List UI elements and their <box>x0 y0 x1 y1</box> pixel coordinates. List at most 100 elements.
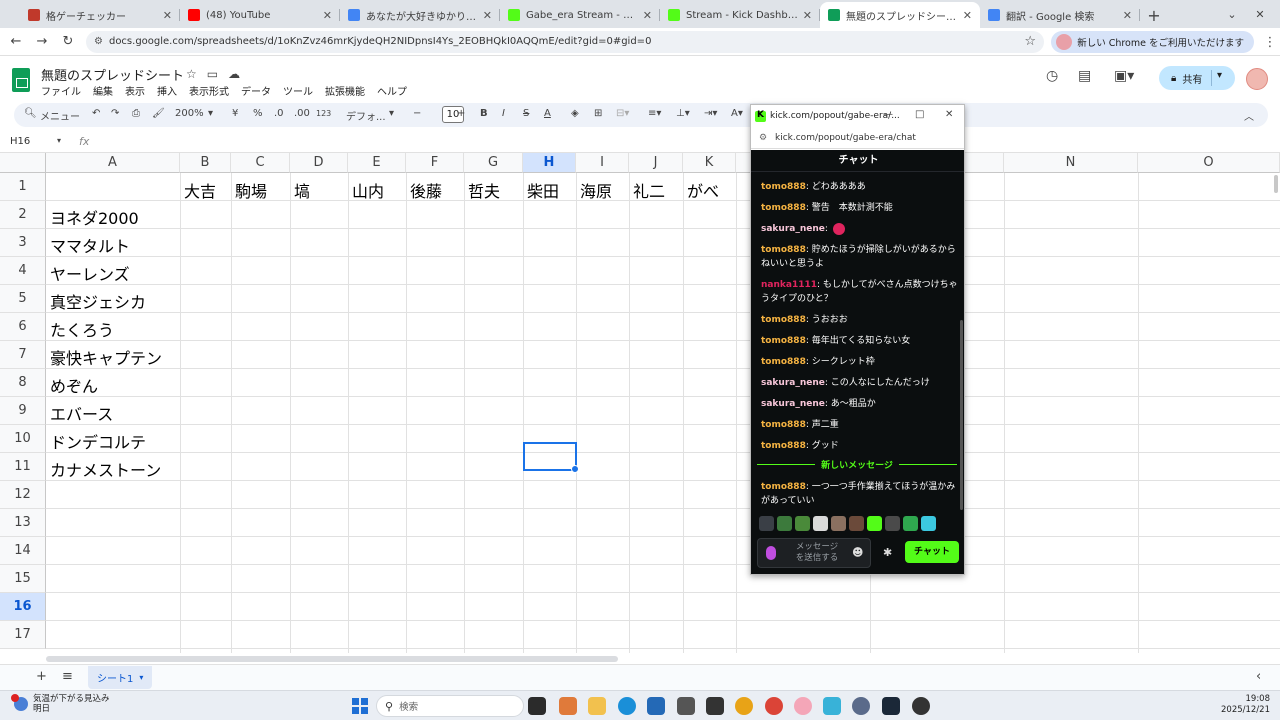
column-header[interactable]: I <box>576 153 629 173</box>
tab-close-icon[interactable]: ✕ <box>1123 9 1132 22</box>
collapse-toolbar-icon[interactable]: ︿ <box>1244 108 1254 123</box>
horizontal-scrollbar[interactable] <box>46 656 618 662</box>
site-info-icon[interactable]: ⚙ <box>94 36 103 47</box>
chat-username[interactable]: tomo888 <box>761 441 806 451</box>
row-header[interactable]: 12 <box>0 481 46 509</box>
text-color-button[interactable]: A <box>544 108 551 119</box>
cloud-saved-icon[interactable]: ☁ <box>228 67 240 81</box>
cell-header-name[interactable]: 大吉 <box>180 178 216 202</box>
row-header[interactable]: 2 <box>0 201 46 229</box>
weather-widget[interactable]: 気温が下がる見込み 明日 <box>11 694 110 714</box>
currency-button[interactable]: ¥ <box>232 108 238 119</box>
browser-tab[interactable]: Stream - Kick Dashboard ✕ <box>660 2 820 28</box>
cell-header-name[interactable]: 山内 <box>348 178 384 202</box>
all-sheets-icon[interactable]: ≡ <box>62 669 73 684</box>
copilot-icon[interactable] <box>559 697 577 715</box>
number-format-button[interactable]: 123 <box>316 109 331 118</box>
tab-close-icon[interactable]: ✕ <box>483 9 492 22</box>
merge-cells-icon[interactable]: ⊟▾ <box>616 108 629 119</box>
app-icon[interactable] <box>735 697 753 715</box>
chat-username[interactable]: sakura_nene <box>761 378 825 388</box>
redo-icon[interactable]: ↷ <box>111 108 119 119</box>
move-folder-icon[interactable]: ▭ <box>207 67 218 81</box>
close-icon[interactable]: ✕ <box>945 109 953 120</box>
steam-icon[interactable] <box>882 697 900 715</box>
chat-message-list[interactable]: tomo888: どわああああ tomo888: 警告 本数計測不能 sakura_… <box>761 180 961 460</box>
emoji-icon[interactable]: ☻ <box>852 546 863 559</box>
chrome-update-chip[interactable]: 新しい Chrome をご利用いただけます <box>1051 31 1254 53</box>
microphone-icon[interactable] <box>766 546 776 560</box>
column-header[interactable]: E <box>348 153 406 173</box>
emote-icon[interactable] <box>831 516 846 531</box>
window-close-icon[interactable]: ✕ <box>1240 0 1280 28</box>
chat-username[interactable]: tomo888 <box>761 245 806 255</box>
app-icon[interactable] <box>794 697 812 715</box>
settings-icon[interactable] <box>852 697 870 715</box>
new-tab-icon[interactable]: + <box>1140 2 1168 28</box>
site-info-icon[interactable]: ⚙ <box>759 127 767 149</box>
row-header[interactable]: 4 <box>0 257 46 285</box>
column-header[interactable]: H <box>523 153 576 173</box>
cell-row-name[interactable]: 豪快キャプテン <box>46 345 162 369</box>
star-icon[interactable]: ☆ <box>186 67 197 81</box>
row-header[interactable]: 8 <box>0 369 46 397</box>
maximize-icon[interactable]: □ <box>915 109 924 120</box>
fill-color-icon[interactable]: ◈ <box>571 108 579 119</box>
row-header[interactable]: 1 <box>0 173 46 201</box>
chat-username[interactable]: sakura_nene <box>761 224 825 234</box>
chat-username[interactable]: tomo888 <box>761 182 806 192</box>
cell-row-name[interactable]: めぞん <box>46 373 98 397</box>
browser-tab[interactable]: Gabe_era Stream - Watch Live ✕ <box>500 2 660 28</box>
row-header[interactable]: 11 <box>0 453 46 481</box>
row-header[interactable]: 17 <box>0 621 46 649</box>
name-box[interactable]: H16 <box>10 136 30 147</box>
cell-header-name[interactable]: 後藤 <box>406 178 442 202</box>
user-avatar[interactable] <box>1246 68 1268 90</box>
font-select[interactable]: デフォ... <box>346 108 386 123</box>
menu-item[interactable]: データ <box>241 83 271 98</box>
cell-row-name[interactable]: ドンデコルテ <box>46 429 146 453</box>
minimize-icon[interactable]: — <box>883 109 893 120</box>
cell-row-name[interactable]: 真空ジェシカ <box>46 289 146 313</box>
app-icon[interactable] <box>677 697 695 715</box>
meet-icon[interactable]: ▣▾ <box>1114 68 1134 84</box>
row-header[interactable]: 3 <box>0 229 46 257</box>
menu-item[interactable]: ヘルプ <box>377 83 407 98</box>
print-icon[interactable]: ⎙ <box>132 108 140 119</box>
chevron-down-icon[interactable]: ▾ <box>389 108 394 119</box>
sheet-tab[interactable]: シート1 ▾ <box>88 666 152 689</box>
cell-row-name[interactable]: ヨネダ2000 <box>46 205 139 229</box>
url-text[interactable]: docs.google.com/spreadsheets/d/1oKnZvz46… <box>109 36 651 47</box>
menu-item[interactable]: 表示 <box>125 83 145 98</box>
browser-tab[interactable]: 翻訳 - Google 検索 ✕ <box>980 2 1140 28</box>
emote-icon[interactable] <box>921 516 936 531</box>
selected-cell-outline[interactable] <box>523 442 579 473</box>
document-title[interactable]: 無題のスプレッドシート <box>41 65 184 84</box>
emote-icon[interactable] <box>759 516 774 531</box>
browser-tab[interactable]: あなたが大好きゆかりちゃんーばん ✕ <box>340 2 500 28</box>
emote-icon[interactable] <box>777 516 792 531</box>
bookmark-star-icon[interactable]: ☆ <box>1024 34 1036 49</box>
menu-item[interactable]: ファイル <box>41 83 81 98</box>
column-header[interactable]: C <box>231 153 290 173</box>
chevron-down-icon[interactable]: ▾ <box>208 108 213 119</box>
cell-header-name[interactable]: 海原 <box>576 178 612 202</box>
edge-icon[interactable] <box>618 697 636 715</box>
row-header[interactable]: 14 <box>0 537 46 565</box>
chat-username[interactable]: tomo888 <box>761 315 806 325</box>
column-header[interactable]: A <box>46 153 180 173</box>
cell-header-name[interactable]: 哲夫 <box>464 178 500 202</box>
row-header[interactable]: 13 <box>0 509 46 537</box>
chat-username[interactable]: tomo888 <box>761 482 806 492</box>
chat-username[interactable]: tomo888 <box>761 203 806 213</box>
tab-close-icon[interactable]: ✕ <box>643 9 652 22</box>
undo-icon[interactable]: ↶ <box>92 108 100 119</box>
menu-item[interactable]: 挿入 <box>157 83 177 98</box>
row-header[interactable]: 10 <box>0 425 46 453</box>
select-all-corner[interactable] <box>0 153 46 173</box>
cell-header-name[interactable]: 駒場 <box>231 178 267 202</box>
emote-icon[interactable] <box>813 516 828 531</box>
tab-close-icon[interactable]: ✕ <box>323 9 332 22</box>
wrap-icon[interactable]: ⇥▾ <box>704 108 717 119</box>
align-icon[interactable]: ≡▾ <box>648 108 661 119</box>
